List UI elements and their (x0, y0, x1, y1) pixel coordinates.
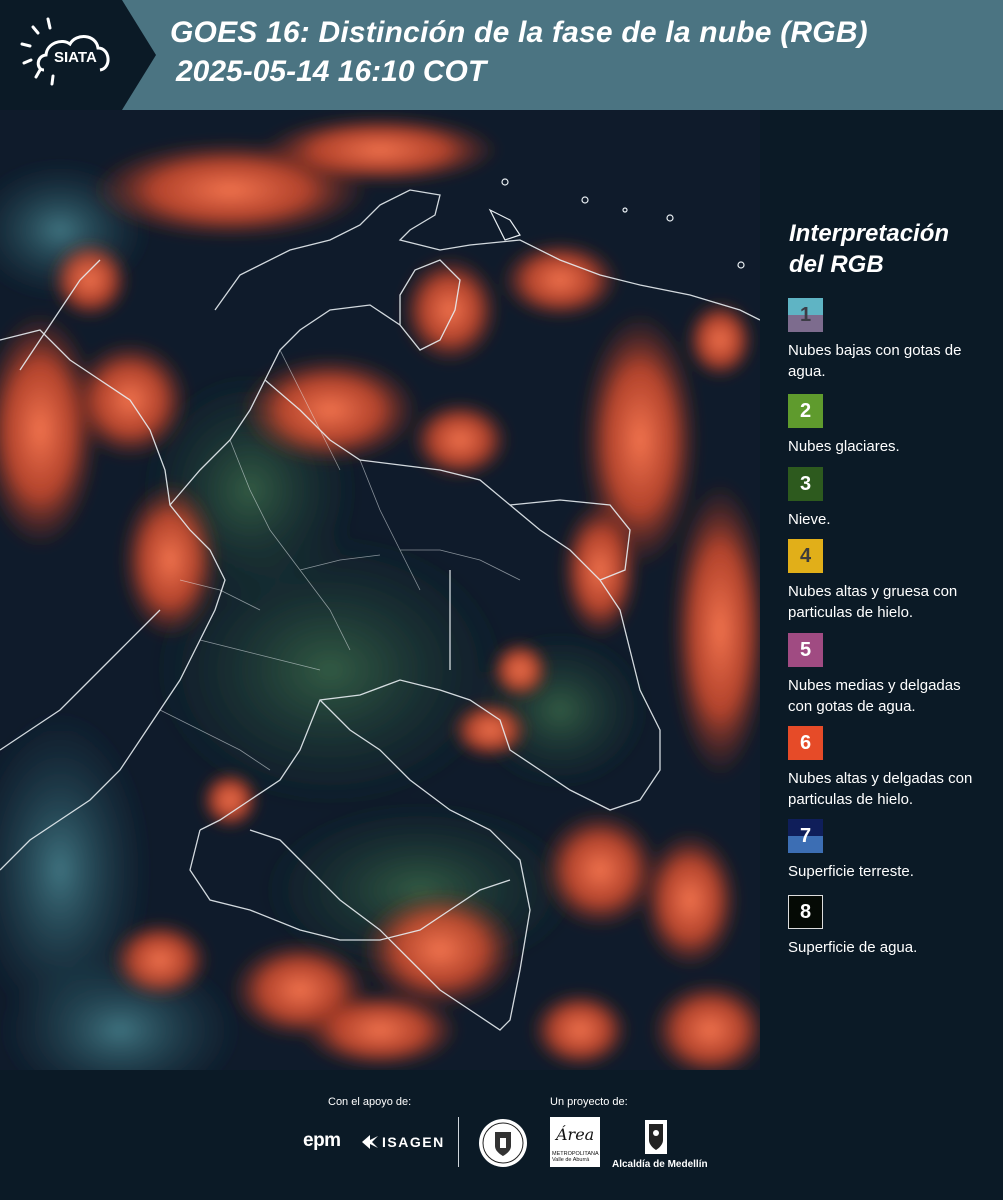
satellite-rgb-image (0, 110, 760, 1070)
legend-panel: Interpretación del RGB 1 Nubes bajas con… (760, 110, 1003, 1070)
epm-logo: epm (303, 1130, 341, 1151)
legend-label: Nubes glaciares. (788, 438, 900, 455)
siata-logo-text: SIATA (54, 49, 97, 66)
legend-item-6: 6 Nubes altas y delgadas con particulas … (788, 726, 978, 810)
legend-swatch: 1 (788, 298, 823, 332)
legend-title: Interpretación del RGB (789, 220, 950, 278)
legend-swatch: 2 (788, 394, 823, 428)
legend-swatch: 3 (788, 467, 823, 501)
footer-divider (458, 1117, 459, 1167)
legend-label: Nubes altas y gruesa con particulas de h… (788, 583, 958, 621)
area-metropolitana-logo: Área METROPOLITANA Valle de Aburrá (550, 1117, 600, 1167)
header-bar: SIATA GOES 16: Distinción de la fase de … (0, 0, 1003, 110)
legend-item-8: 8 Superficie de agua. (788, 895, 978, 958)
medellin-seal-icon (479, 1119, 527, 1167)
legend-item-2: 2 Nubes glaciares. (788, 394, 978, 457)
timestamp: 2025-05-14 16:10 COT (176, 55, 487, 88)
legend-item-1: 1 Nubes bajas con gotas de agua. (788, 298, 978, 382)
legend-swatch: 5 (788, 633, 823, 667)
satellite-map (0, 110, 760, 1070)
page-title: GOES 16: Distinción de la fase de la nub… (170, 16, 868, 49)
isagen-icon (362, 1135, 378, 1149)
isagen-logo: ISAGEN (382, 1134, 445, 1150)
legend-item-4: 4 Nubes altas y gruesa con particulas de… (788, 539, 978, 623)
legend-swatch: 8 (788, 895, 823, 929)
legend-label: Nubes altas y delgadas con particulas de… (788, 770, 973, 808)
footer: Con el apoyo de: Un proyecto de: epm ISA… (0, 1070, 1003, 1200)
legend-label: Nieve. (788, 511, 831, 528)
legend-label: Superficie terreste. (788, 863, 914, 880)
alcaldia-shield-icon (645, 1120, 667, 1154)
legend-swatch: 4 (788, 539, 823, 573)
support-label: Con el apoyo de: (328, 1096, 412, 1108)
legend-swatch: 7 (788, 819, 823, 853)
legend-label: Nubes bajas con gotas de agua. (788, 342, 962, 380)
alcaldia-label: Alcaldía de Medellín (612, 1159, 708, 1170)
project-label: Un proyecto de: (550, 1096, 628, 1108)
legend-item-5: 5 Nubes medias y delgadas con gotas de a… (788, 633, 978, 717)
siata-logo: SIATA (0, 0, 156, 110)
legend-item-3: 3 Nieve. (788, 467, 978, 530)
legend-label: Nubes medias y delgadas con gotas de agu… (788, 677, 961, 715)
legend-label: Superficie de agua. (788, 939, 918, 956)
legend-item-7: 7 Superficie terreste. (788, 819, 978, 882)
legend-swatch: 6 (788, 726, 823, 760)
